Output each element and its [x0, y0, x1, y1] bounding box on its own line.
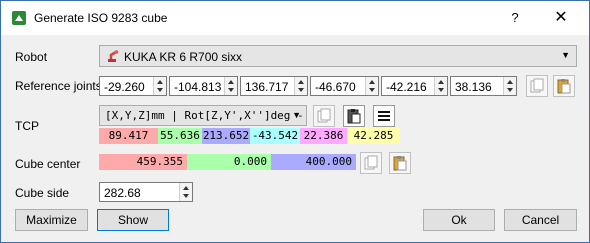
joint-3-input[interactable]: 136.717	[240, 76, 308, 96]
paste-center-button[interactable]	[389, 152, 411, 174]
robot-arm-icon	[108, 50, 119, 62]
tcp-format-value: [X,Y,Z]mm | Rot[Z,Y',X'']deg -	[105, 109, 304, 122]
tcp-rz-value: -43.542	[250, 128, 300, 144]
paste-icon	[393, 156, 407, 171]
spin-arrows[interactable]	[153, 77, 166, 95]
copy-icon	[364, 155, 378, 170]
ok-button[interactable]: Ok	[423, 209, 495, 231]
cube-side-label: Cube side	[15, 186, 70, 200]
copy-center-button[interactable]	[360, 152, 382, 174]
spin-arrows[interactable]	[434, 77, 447, 95]
tcp-rx-value: 42.285	[347, 128, 400, 144]
copy-tcp-button[interactable]	[313, 105, 335, 127]
robot-select[interactable]: KUKA KR 6 R700 sixx ▼	[99, 45, 577, 67]
tcp-z-value: 213.652	[202, 128, 250, 144]
cube-center-label: Cube center	[15, 157, 81, 171]
app-icon	[12, 11, 26, 25]
robot-label: Robot	[15, 50, 48, 64]
paste-joints-button[interactable]	[553, 75, 575, 97]
chevron-down-icon: ▼	[561, 50, 570, 60]
title-bar: Generate ISO 9283 cube ? ✕	[1, 1, 589, 35]
chevron-down-icon: ▼	[292, 110, 301, 120]
spin-arrows[interactable]	[503, 77, 516, 95]
spin-arrows[interactable]	[294, 77, 307, 95]
reference-joints-label: Reference joints	[15, 79, 102, 93]
show-button[interactable]: Show	[97, 209, 169, 231]
help-button[interactable]: ?	[505, 7, 525, 29]
tcp-label: TCP	[15, 119, 39, 133]
cube-side-input[interactable]: 282.68	[99, 182, 193, 202]
spin-arrows[interactable]	[179, 183, 192, 201]
close-button[interactable]: ✕	[549, 7, 573, 29]
copy-icon	[530, 78, 544, 93]
cancel-button[interactable]: Cancel	[504, 209, 577, 231]
cube-center-x: 459.355	[99, 154, 187, 170]
window-title: Generate ISO 9283 cube	[34, 11, 168, 25]
paste-icon	[557, 79, 571, 94]
joint-6-input[interactable]: 38.136	[450, 76, 517, 96]
dialog-window: Generate ISO 9283 cube ? ✕ Robot KUKA KR…	[0, 0, 590, 243]
tcp-x-value: 89.417	[99, 128, 158, 144]
joint-5-input[interactable]: -42.216	[381, 76, 448, 96]
tcp-format-select[interactable]: [X,Y,Z]mm | Rot[Z,Y',X'']deg - ▼	[99, 105, 307, 126]
joint-2-input[interactable]: -104.813	[169, 76, 238, 96]
maximize-button[interactable]: Maximize	[15, 209, 88, 231]
paste-icon	[347, 109, 361, 124]
tcp-ry-value: 22.386	[300, 128, 347, 144]
spin-arrows[interactable]	[365, 77, 378, 95]
cube-center-z: 400.000	[271, 154, 356, 170]
copy-joints-button[interactable]	[526, 75, 548, 97]
cube-center-y: 0.000	[187, 154, 271, 170]
hamburger-menu-icon	[378, 111, 390, 121]
tcp-menu-button[interactable]	[373, 105, 395, 127]
tcp-y-value: 55.636	[158, 128, 202, 144]
copy-icon	[317, 108, 331, 123]
robot-select-value: KUKA KR 6 R700 sixx	[124, 50, 243, 64]
spin-arrows[interactable]	[224, 77, 237, 95]
joint-1-input[interactable]: -29.260	[99, 76, 167, 96]
paste-tcp-button[interactable]	[343, 105, 365, 127]
joint-4-input[interactable]: -46.670	[310, 76, 379, 96]
